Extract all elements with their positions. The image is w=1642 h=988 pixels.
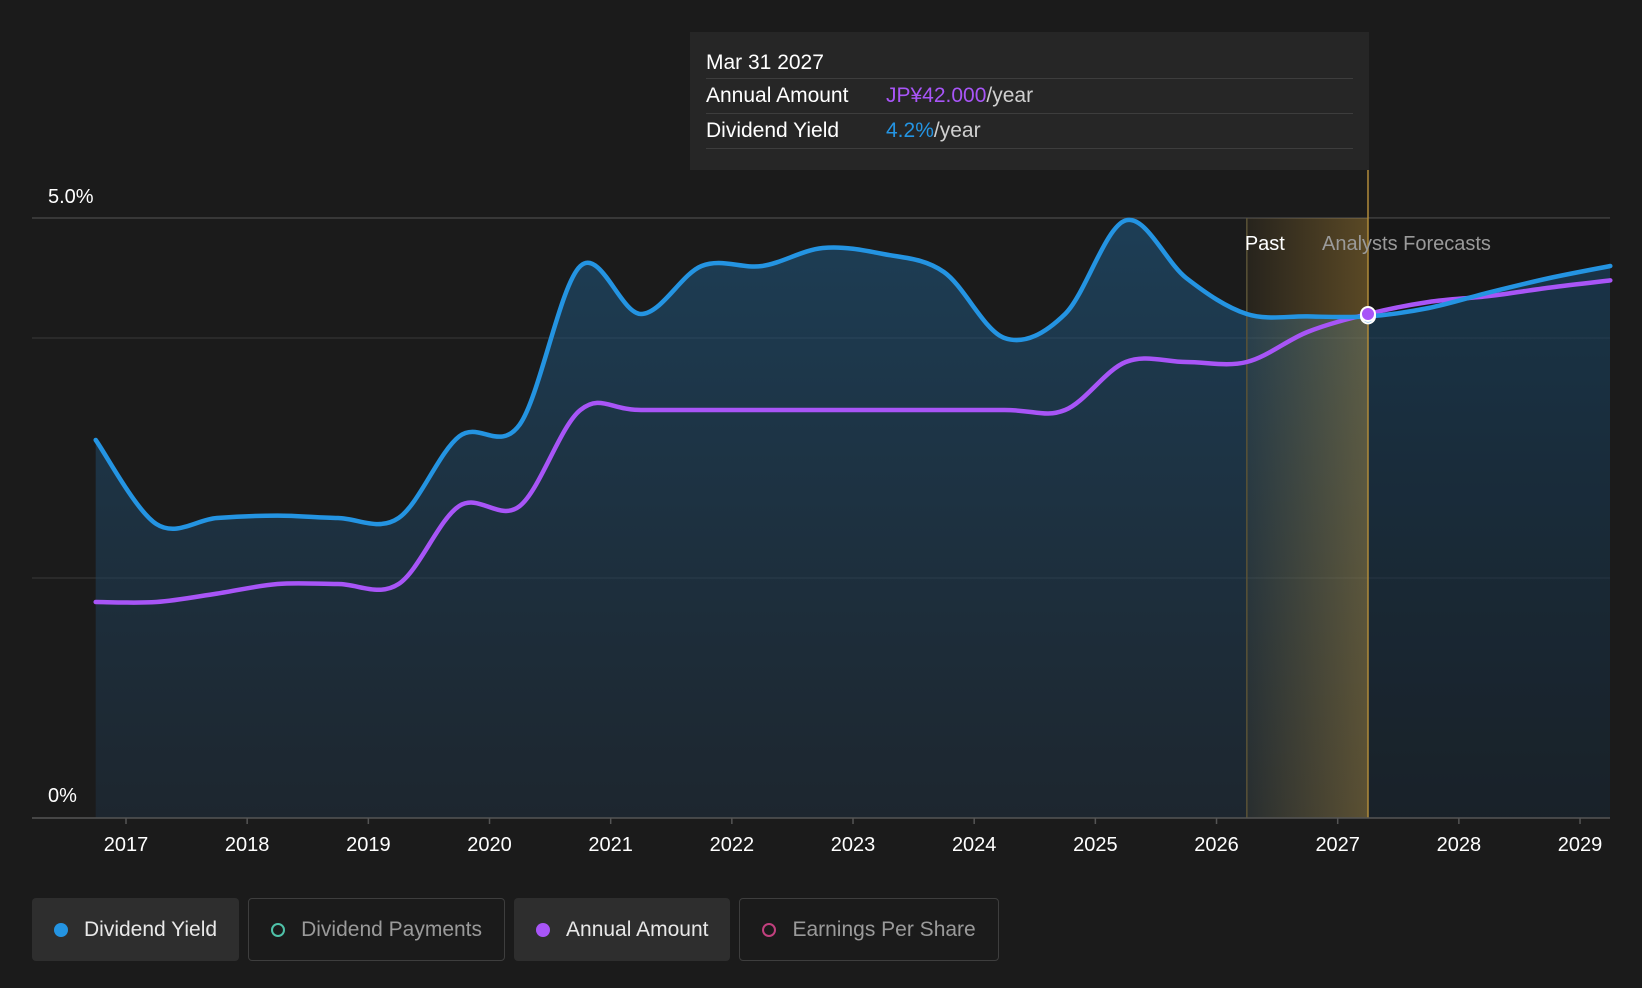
x-tick-label: 2019 [346, 834, 391, 856]
x-tick-label: 2026 [1194, 834, 1239, 856]
filled-dot-icon [54, 922, 68, 937]
x-tick-label: 2018 [225, 834, 270, 856]
tooltip-dividend-yield-value: 4.2% [886, 119, 934, 142]
tooltip-date: Mar 31 2027 [706, 51, 824, 74]
hollow-dot-icon [271, 922, 286, 937]
selection-band [1246, 218, 1368, 818]
tooltip-annual-amount-value: JP¥42.000 [886, 84, 987, 107]
legend-label: Dividend Yield [84, 917, 218, 941]
dividend-chart-stage: 5.0% 0% Past Analysts Forecasts 2017 2018 2019… [0, 0, 1642, 988]
annual-amount-marker [1359, 306, 1376, 322]
x-tick-label: 2022 [710, 834, 755, 856]
tooltip-annual-amount-label: Annual Amount [706, 84, 849, 107]
forecast-label: Analysts Forecasts [1322, 233, 1491, 255]
hollow-dot-icon [762, 922, 777, 937]
legend-item-dividend-payments[interactable]: Dividend Payments [248, 898, 506, 961]
legend-item-dividend-yield[interactable]: Dividend Yield [32, 898, 240, 961]
x-tick-label: 2017 [104, 834, 149, 856]
x-tick-label: 2029 [1558, 834, 1603, 856]
legend: Dividend Yield Dividend Payments Annual … [32, 898, 1008, 961]
x-tick-label: 2024 [952, 834, 997, 856]
past-label: Past [1245, 233, 1285, 255]
x-tick-label: 2020 [467, 834, 512, 856]
legend-label: Dividend Payments [301, 917, 483, 941]
tooltip-dividend-yield-label: Dividend Yield [706, 119, 840, 142]
legend-label: Earnings Per Share [792, 917, 976, 941]
x-tick-label: 2025 [1073, 834, 1118, 856]
x-tick-label: 2021 [588, 834, 633, 856]
filled-dot-icon [536, 922, 551, 937]
x-tick-label: 2023 [831, 834, 876, 856]
tooltip-annual-amount-row: Annual Amount JP¥42.000/year [706, 78, 1353, 113]
tooltip-dividend-yield-row: Dividend Yield 4.2%/year [706, 113, 1353, 149]
tooltip: Mar 31 2027 Annual Amount JP¥42.000/year… [690, 32, 1369, 170]
legend-label: Annual Amount [566, 917, 709, 941]
y-tick-label: 5.0% [48, 186, 94, 208]
legend-item-annual-amount[interactable]: Annual Amount [514, 898, 731, 961]
x-tick-label: 2028 [1437, 834, 1482, 856]
legend-item-earnings-per-share[interactable]: Earnings Per Share [739, 898, 999, 961]
y-tick-label: 0% [48, 785, 77, 807]
x-tick-label: 2027 [1315, 834, 1360, 856]
tooltip-dividend-yield-unit: /year [933, 119, 981, 142]
tooltip-annual-amount-unit: /year [986, 84, 1034, 107]
